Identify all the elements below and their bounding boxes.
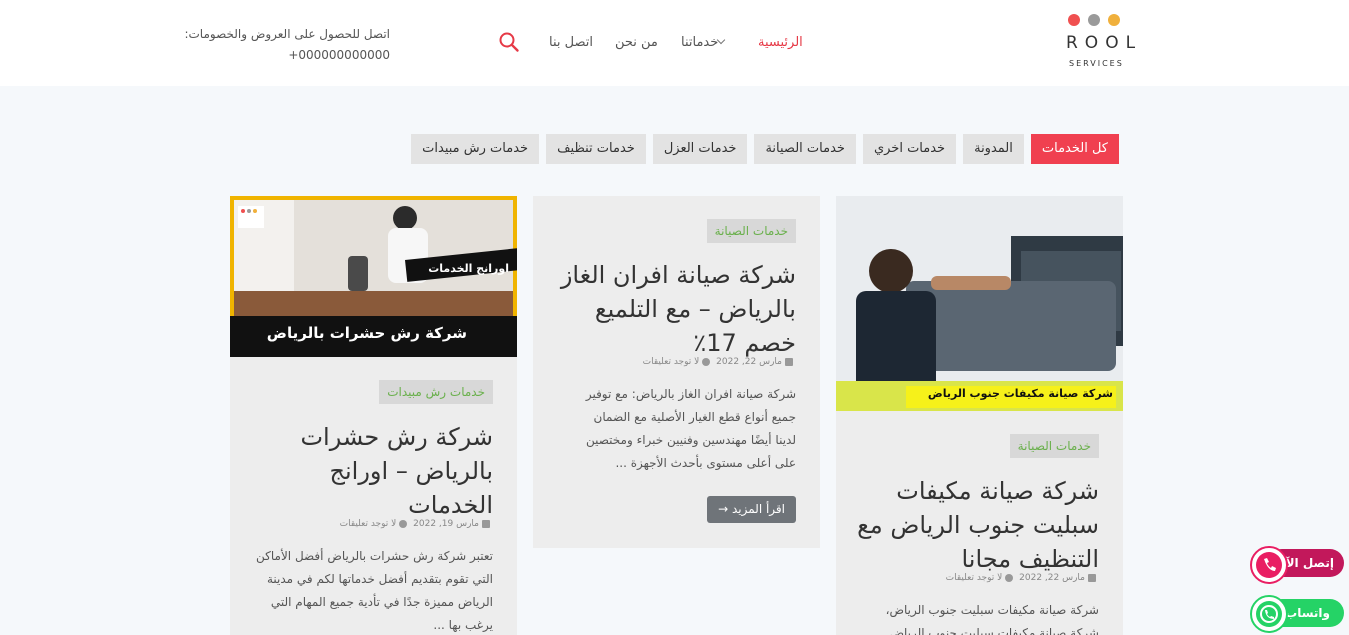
- post-meta: مارس 22, 2022 لا توجد تعليقات: [643, 357, 796, 367]
- post-card: خدمات الصيانة شركة صيانة افران الغاز بال…: [533, 196, 820, 548]
- post-date: مارس 19, 2022: [413, 519, 479, 529]
- filter-blog[interactable]: المدونة: [963, 134, 1024, 164]
- post-comments[interactable]: لا توجد تعليقات: [643, 357, 700, 367]
- site-logo[interactable]: ROOL SERVICES: [1066, 14, 1150, 72]
- post-image: [836, 196, 1123, 411]
- nav-services[interactable]: خدماتنا: [681, 35, 730, 50]
- post-title[interactable]: شركة رش حشرات بالرياض – اورانج الخدمات: [243, 420, 493, 522]
- chevron-down-icon: [717, 35, 726, 45]
- post-date: مارس 22, 2022: [1019, 573, 1085, 583]
- promo-block: اتصل للحصول على العروض والخصومات: 000000…: [180, 24, 390, 66]
- post-title[interactable]: شركة صيانة افران الغاز بالرياض – مع التل…: [546, 258, 796, 360]
- site-header: ROOL SERVICES الرئيسية خدماتنا من نحن ات…: [0, 0, 1349, 86]
- search-icon[interactable]: [498, 31, 520, 53]
- whatsapp-icon[interactable]: [1250, 595, 1288, 633]
- phone-icon[interactable]: [1250, 546, 1288, 584]
- logo-word: ROOL: [1066, 33, 1143, 53]
- logo-subtitle: SERVICES: [1069, 59, 1124, 68]
- promo-text: اتصل للحصول على العروض والخصومات:: [184, 27, 390, 41]
- post-date: مارس 22, 2022: [716, 357, 782, 367]
- filter-cleaning[interactable]: خدمات تنظيف: [546, 134, 646, 164]
- post-thumbnail[interactable]: شركة صيانة مكيفات جنوب الرياض: [836, 196, 1123, 411]
- nav-services-label: خدماتنا: [681, 35, 719, 50]
- comments-icon: [399, 519, 408, 528]
- post-card: اورانج الخدمات شركة رش حشرات بالرياض خدم…: [230, 196, 517, 635]
- calendar-icon: [1088, 573, 1096, 582]
- filter-pest-control[interactable]: خدمات رش مبيدات: [411, 134, 540, 164]
- post-excerpt: شركة صيانة مكيفات سبليت جنوب الرياض، شرك…: [885, 603, 1099, 635]
- read-more-button[interactable]: اقرأ المزيد →: [707, 496, 796, 523]
- nav-about[interactable]: من نحن: [615, 35, 658, 50]
- filter-other[interactable]: خدمات اخري: [862, 134, 957, 164]
- logo-dot-gray: [1088, 14, 1100, 26]
- post-image-caption: شركة صيانة مكيفات جنوب الرياض: [927, 387, 1113, 400]
- post-comments[interactable]: لا توجد تعليقات: [340, 519, 397, 529]
- category-filters: كل الخدمات المدونة خدمات اخري خدمات الصي…: [411, 134, 1119, 164]
- nav-contact[interactable]: اتصل بنا: [549, 35, 593, 50]
- post-image-caption: شركة رش حشرات بالرياض: [266, 324, 467, 342]
- post-meta: مارس 19, 2022 لا توجد تعليقات: [340, 519, 493, 529]
- post-excerpt: شركة صيانة افران الغاز بالرياض: مع توفير…: [585, 387, 796, 470]
- post-category[interactable]: خدمات رش مبيدات: [379, 380, 493, 404]
- post-card: شركة صيانة مكيفات جنوب الرياض خدمات الصي…: [836, 196, 1123, 635]
- post-comments[interactable]: لا توجد تعليقات: [946, 573, 1003, 583]
- calendar-icon: [785, 357, 793, 366]
- post-meta: مارس 22, 2022 لا توجد تعليقات: [946, 573, 1099, 583]
- logo-dot-yellow: [1108, 14, 1120, 26]
- nav-home[interactable]: الرئيسية: [758, 35, 803, 50]
- post-image-badge: اورانج الخدمات: [428, 262, 509, 275]
- filter-insulation[interactable]: خدمات العزل: [652, 134, 748, 164]
- promo-phone[interactable]: 000000000000+: [180, 45, 390, 66]
- filter-all[interactable]: كل الخدمات: [1030, 134, 1119, 164]
- post-excerpt: تعتبر شركة رش حشرات بالرياض أفضل الأماكن…: [256, 549, 493, 632]
- calendar-icon: [482, 519, 490, 528]
- filter-maintenance[interactable]: خدمات الصيانة: [754, 134, 856, 164]
- post-title[interactable]: شركة صيانة مكيفات سبليت جنوب الرياض مع ا…: [849, 474, 1099, 576]
- comments-icon: [1005, 573, 1014, 582]
- post-category[interactable]: خدمات الصيانة: [706, 219, 796, 243]
- post-category[interactable]: خدمات الصيانة: [1009, 434, 1099, 458]
- comments-icon: [702, 357, 711, 366]
- post-thumbnail[interactable]: اورانج الخدمات شركة رش حشرات بالرياض: [230, 196, 517, 357]
- logo-dot-red: [1068, 14, 1080, 26]
- logo-dots: [1068, 14, 1120, 26]
